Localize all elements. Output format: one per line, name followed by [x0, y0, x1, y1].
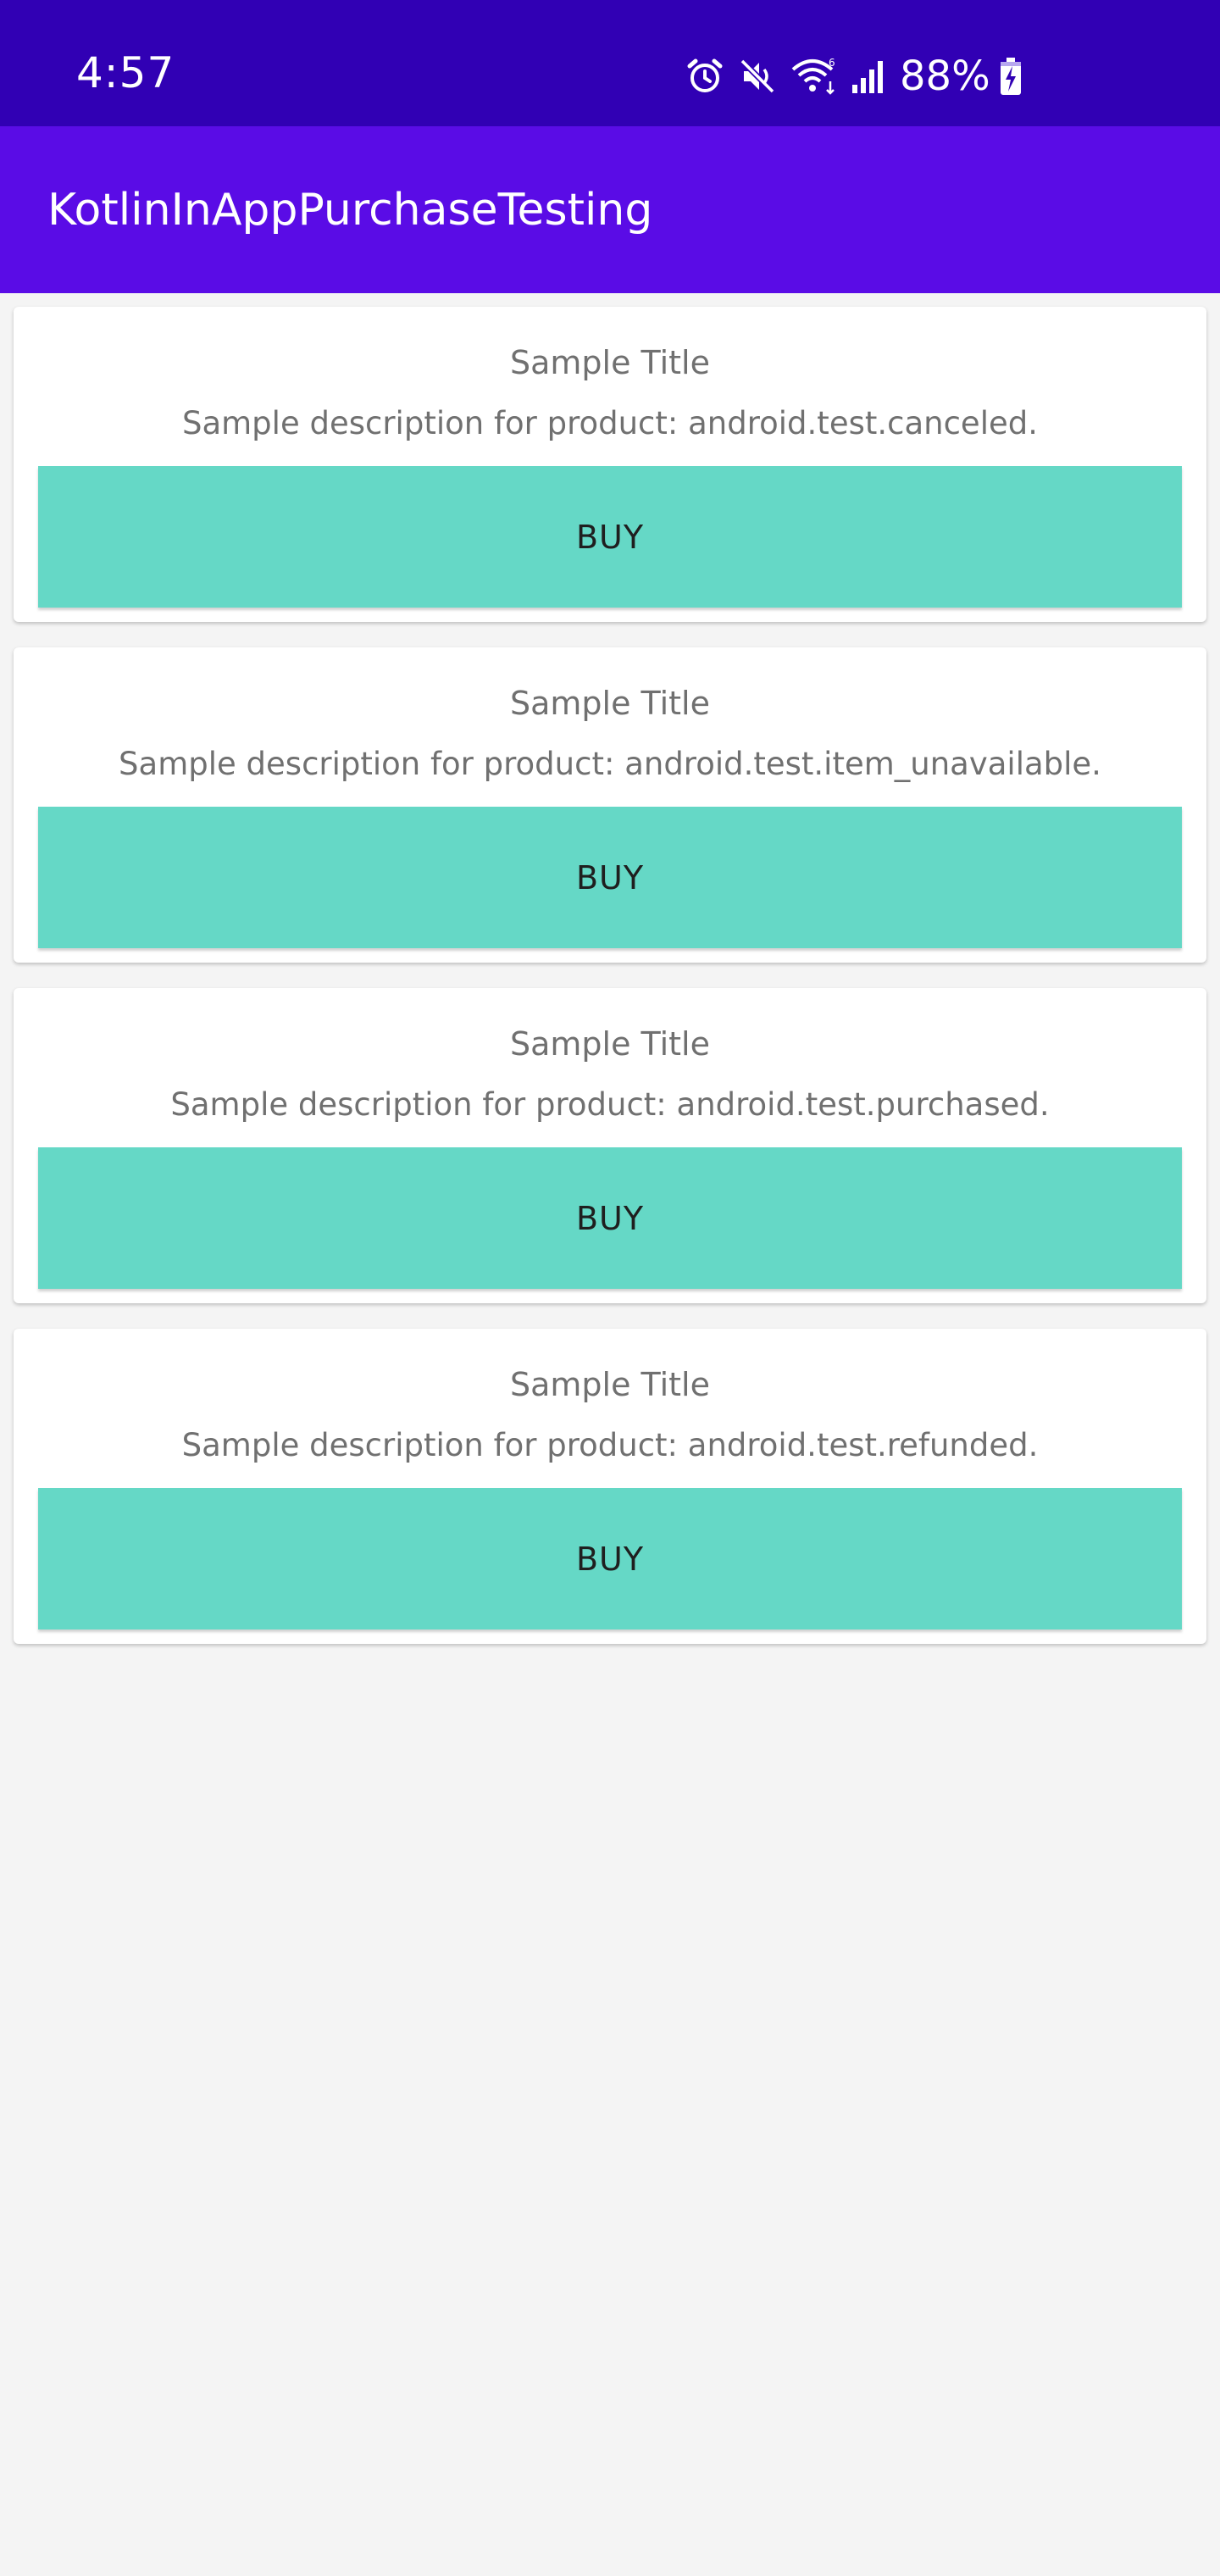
- product-title: Sample Title: [510, 1025, 710, 1063]
- buy-button[interactable]: BUY: [38, 1488, 1182, 1629]
- product-description: Sample description for product: android.…: [181, 1427, 1039, 1463]
- buy-button[interactable]: BUY: [38, 1147, 1182, 1289]
- battery-charging-icon: [999, 56, 1023, 97]
- buy-button[interactable]: BUY: [38, 807, 1182, 948]
- product-description: Sample description for product: android.…: [181, 405, 1038, 441]
- product-card: Sample Title Sample description for prod…: [14, 647, 1206, 963]
- app-title: KotlinInAppPurchaseTesting: [47, 185, 653, 236]
- product-title: Sample Title: [510, 344, 710, 381]
- status-bar: 4:57 6 88%: [0, 0, 1220, 126]
- status-time: 4:57: [76, 48, 175, 97]
- mute-icon: [737, 56, 778, 97]
- product-title: Sample Title: [510, 685, 710, 722]
- product-title: Sample Title: [510, 1366, 710, 1403]
- svg-text:6: 6: [829, 57, 835, 69]
- product-card: Sample Title Sample description for prod…: [14, 1329, 1206, 1644]
- product-card: Sample Title Sample description for prod…: [14, 307, 1206, 622]
- product-description: Sample description for product: android.…: [119, 746, 1101, 782]
- product-card: Sample Title Sample description for prod…: [14, 988, 1206, 1303]
- product-description: Sample description for product: android.…: [170, 1086, 1050, 1123]
- app-bar: KotlinInAppPurchaseTesting: [0, 126, 1220, 293]
- buy-button[interactable]: BUY: [38, 466, 1182, 608]
- battery-percent: 88%: [900, 53, 990, 100]
- alarm-icon: [685, 56, 725, 97]
- wifi-icon: 6: [790, 56, 839, 97]
- status-icons: 6 88%: [685, 51, 1034, 102]
- signal-icon: [851, 56, 888, 97]
